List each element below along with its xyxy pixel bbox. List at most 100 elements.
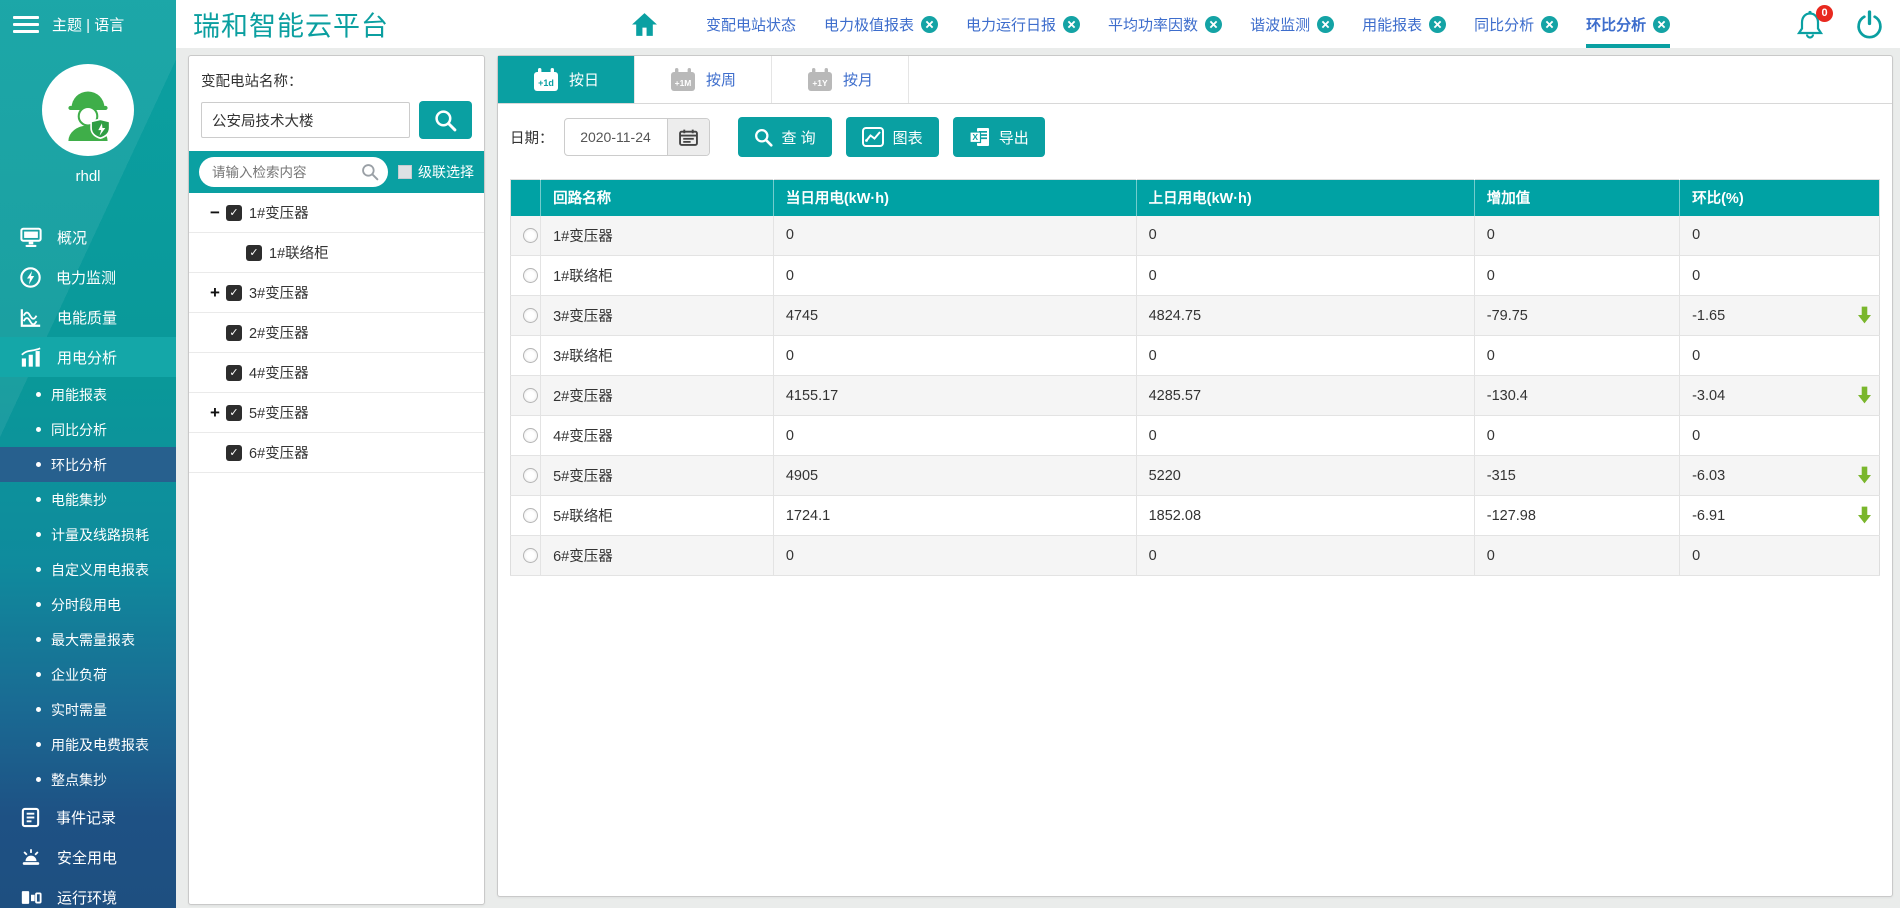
sidebar-submenu-item[interactable]: 实时需量 <box>0 692 176 727</box>
sidebar-submenu-item[interactable]: 整点集抄 <box>0 762 176 797</box>
row-radio-button[interactable] <box>523 308 538 323</box>
today-usage-cell: 0 <box>773 216 1136 256</box>
export-button[interactable]: X 导出 <box>953 117 1045 157</box>
query-button[interactable]: 查 询 <box>738 117 832 157</box>
row-radio-button[interactable] <box>523 388 538 403</box>
sidebar-submenu-item[interactable]: 计量及线路损耗 <box>0 517 176 552</box>
notifications-button[interactable]: 0 <box>1795 9 1825 40</box>
checkbox-checked-icon[interactable]: ✓ <box>226 325 242 341</box>
radio-cell <box>511 536 541 576</box>
tree-node[interactable]: ✓ 1#联络柜 <box>189 233 484 273</box>
checkbox-checked-icon[interactable]: ✓ <box>226 365 242 381</box>
sidebar-submenu-item[interactable]: 分时段用电 <box>0 587 176 622</box>
sidebar-submenu-item[interactable]: 企业负荷 <box>0 657 176 692</box>
tree-node[interactable]: ✓ 6#变压器 <box>189 433 484 473</box>
tree-node[interactable]: ✓ 4#变压器 <box>189 353 484 393</box>
export-button-label: 导出 <box>999 127 1029 148</box>
tab-by-month[interactable]: +1Y 按月 <box>772 56 909 103</box>
row-radio-button[interactable] <box>523 348 538 363</box>
sidebar-submenu-item[interactable]: 用能及电费报表 <box>0 727 176 762</box>
topbar-tab[interactable]: 电力运行日报 <box>966 0 1080 48</box>
tab-close-icon[interactable] <box>1317 16 1334 33</box>
checkbox-checked-icon[interactable]: ✓ <box>226 445 242 461</box>
sidebar-submenu-item[interactable]: 自定义用电报表 <box>0 552 176 587</box>
sidebar-item-label: 用电分析 <box>57 347 117 368</box>
sidebar-submenu-item[interactable]: 电能集抄 <box>0 482 176 517</box>
date-label: 日期： <box>510 127 554 148</box>
row-radio-button[interactable] <box>523 548 538 563</box>
tab-by-week[interactable]: +1M 按周 <box>635 56 772 103</box>
date-picker[interactable]: 2020-11-24 <box>564 118 710 156</box>
checkbox-checked-icon[interactable]: ✓ <box>246 245 262 261</box>
yesterday-usage-cell: 0 <box>1136 256 1474 296</box>
tab-close-icon[interactable] <box>1205 16 1222 33</box>
logout-button[interactable] <box>1855 10 1884 39</box>
sidebar-item-electrical-safety[interactable]: 安全用电 <box>0 837 176 877</box>
topbar-tab[interactable]: 谐波监测 <box>1250 0 1334 48</box>
tree-node[interactable]: + ✓ 5#变压器 <box>189 393 484 433</box>
calendar-button[interactable] <box>667 119 709 155</box>
chart-button[interactable]: 图表 <box>846 117 939 157</box>
station-search-button[interactable] <box>419 101 472 139</box>
tree-node[interactable]: ✓ 2#变压器 <box>189 313 484 353</box>
username: rhdl <box>0 168 176 185</box>
row-radio-button[interactable] <box>523 228 538 243</box>
sidebar-item-event-log[interactable]: 事件记录 <box>0 797 176 837</box>
sidebar-item-overview[interactable]: 概况 <box>0 217 176 257</box>
cascade-select-checkbox[interactable] <box>398 165 412 179</box>
topbar-tab[interactable]: 平均功率因数 <box>1108 0 1222 48</box>
topbar-tab[interactable]: 变配电站状态 <box>706 0 796 48</box>
tree-node[interactable]: − ✓ 1#变压器 <box>189 193 484 233</box>
sidebar-submenu-item[interactable]: 用能报表 <box>0 377 176 412</box>
ratio-cell: 0 <box>1680 536 1880 576</box>
row-radio-button[interactable] <box>523 508 538 523</box>
topbar-tab[interactable]: 用能报表 <box>1362 0 1446 48</box>
tree-node-label: 1#联络柜 <box>269 242 329 263</box>
tab-close-icon[interactable] <box>1429 16 1446 33</box>
power-icon <box>1855 10 1884 39</box>
row-radio-button[interactable] <box>523 428 538 443</box>
sidebar-item-operating-environment[interactable]: 运行环境 <box>0 877 176 908</box>
ratio-cell: 0 <box>1680 416 1880 456</box>
tab-close-icon[interactable] <box>921 16 938 33</box>
yesterday-usage-cell: 4824.75 <box>1136 296 1474 336</box>
ratio-cell: -6.03 <box>1680 456 1880 496</box>
tab-close-icon[interactable] <box>1063 16 1080 33</box>
tab-close-icon[interactable] <box>1541 16 1558 33</box>
svg-text:X: X <box>972 132 978 142</box>
sidebar-submenu-item[interactable]: 环比分析 <box>0 447 176 482</box>
topbar-tab[interactable]: 电力极值报表 <box>824 0 938 48</box>
circuit-cell: 1#变压器 <box>541 216 774 256</box>
checkbox-checked-icon[interactable]: ✓ <box>226 205 242 221</box>
tree-node-label: 2#变压器 <box>249 322 309 343</box>
yesterday-usage-cell: 5220 <box>1136 456 1474 496</box>
tree-expander[interactable]: + <box>207 405 223 421</box>
home-button[interactable] <box>631 12 658 37</box>
row-radio-button[interactable] <box>523 268 538 283</box>
tree-node-label: 1#变压器 <box>249 202 309 223</box>
today-usage-cell: 4905 <box>773 456 1136 496</box>
topbar-tab[interactable]: 环比分析 <box>1586 0 1670 48</box>
tree-expander[interactable]: − <box>207 205 223 221</box>
sidebar-item-usage-analysis[interactable]: 用电分析 <box>0 337 176 377</box>
bullet-icon <box>36 392 41 397</box>
sidebar-item-power-monitoring[interactable]: 电力监测 <box>0 257 176 297</box>
topbar-tab[interactable]: 同比分析 <box>1474 0 1558 48</box>
checkbox-checked-icon[interactable]: ✓ <box>226 285 242 301</box>
ratio-value: -1.65 <box>1692 308 1725 324</box>
tree-node[interactable]: + ✓ 3#变压器 <box>189 273 484 313</box>
sidebar-submenu-item[interactable]: 同比分析 <box>0 412 176 447</box>
search-icon <box>361 163 379 181</box>
tree-expander[interactable]: + <box>207 285 223 301</box>
station-name-input[interactable] <box>201 102 410 138</box>
row-radio-button[interactable] <box>523 468 538 483</box>
tab-close-icon[interactable] <box>1653 16 1670 33</box>
sidebar-submenu-item[interactable]: 最大需量报表 <box>0 622 176 657</box>
sidebar-submenu-label: 分时段用电 <box>51 595 121 615</box>
theme-language-switcher[interactable]: 主题 | 语言 <box>52 14 124 35</box>
sidebar-item-power-quality[interactable]: 电能质量 <box>0 297 176 337</box>
tree-search-input[interactable] <box>199 157 388 187</box>
hamburger-menu-icon[interactable] <box>13 12 39 37</box>
tab-by-day[interactable]: +1d 按日 <box>498 56 635 103</box>
checkbox-checked-icon[interactable]: ✓ <box>226 405 242 421</box>
